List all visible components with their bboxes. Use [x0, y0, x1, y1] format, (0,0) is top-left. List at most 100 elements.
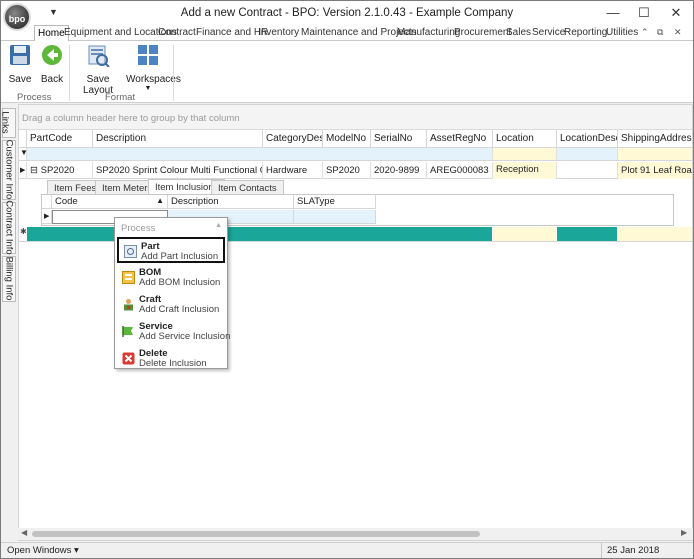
title-bar: bpo ▼ Add a new Contract - BPO: Version … — [1, 1, 693, 31]
tab-contract[interactable]: Contract — [158, 27, 196, 38]
cell-description[interactable]: SP2020 Sprint Colour Multi Functional Co… — [93, 162, 263, 179]
cell-serial[interactable]: 2020-9899 — [371, 162, 427, 179]
tab-procurement[interactable]: Procurement — [454, 27, 511, 38]
cell-model[interactable]: SP2020 — [323, 162, 371, 179]
workspaces-label: Workspaces — [126, 74, 181, 85]
grid-header-row: PartCode Description CategoryDesc ModelN… — [19, 130, 692, 148]
maximize-button[interactable]: ☐ — [629, 3, 659, 23]
side-tab-strip: Links Customer Info Contract Info Billin… — [1, 104, 17, 544]
save-layout-button[interactable]: Save Layout — [74, 43, 122, 96]
column-header-description[interactable]: Description — [168, 195, 294, 209]
menu-item-craft[interactable]: Craft Add Craft Inclusion — [117, 292, 225, 318]
side-tab-links-label: Links — [0, 111, 11, 134]
open-windows-button[interactable]: Open Windows ▾ — [7, 545, 79, 556]
sub-row-indicator-header — [42, 195, 52, 209]
collapse-icon[interactable]: ▲ — [215, 222, 222, 229]
group-by-panel[interactable]: Drag a column header here to group by th… — [19, 105, 692, 130]
context-menu-header: Process — [121, 223, 156, 234]
side-tab-links[interactable]: Links — [0, 108, 16, 138]
horizontal-scrollbar[interactable]: ◀ ▶ — [18, 528, 693, 540]
cell-partcode[interactable]: ⊟ SP2020 — [27, 162, 93, 179]
column-header-modelno[interactable]: ModelNo — [323, 130, 371, 148]
cell-category[interactable]: Hardware — [263, 162, 323, 179]
cell-shipping[interactable]: Plot 91 Leaf Road, Fo — [618, 162, 692, 179]
menu-item-service[interactable]: Service Add Service Inclusion — [117, 319, 230, 345]
save-layout-icon — [88, 45, 110, 68]
workspaces-button[interactable]: Workspaces ▼ — [126, 43, 181, 92]
tab-sales[interactable]: Sales — [506, 27, 531, 38]
filter-cell[interactable] — [27, 148, 493, 160]
menu-item-part[interactable]: Part Add Part Inclusion — [117, 237, 225, 263]
cell-asset[interactable]: AREG000083 — [427, 162, 493, 179]
column-header-code[interactable]: Code ▲ — [52, 195, 168, 209]
menu-item-bom-subtitle: Add BOM Inclusion — [139, 277, 221, 288]
side-tab-billing-info[interactable]: Billing Info — [2, 256, 16, 302]
side-tab-contract-info-label: Contract Info — [3, 200, 15, 255]
row-indicator-icon: ▶ — [19, 162, 27, 179]
side-tab-billing-info-label: Billing Info — [3, 256, 15, 301]
close-button[interactable]: ✕ — [661, 3, 691, 23]
status-date: 25 Jan 2018 — [601, 543, 687, 558]
tab-utilities[interactable]: Utilities — [606, 27, 638, 38]
menu-item-delete-subtitle: Delete Inclusion — [139, 358, 207, 369]
menu-item-part-subtitle: Add Part Inclusion — [141, 251, 219, 262]
column-header-shippingaddress[interactable]: ShippingAddress — [618, 130, 692, 148]
app-logo[interactable]: bpo — [3, 3, 31, 31]
column-header-serialno[interactable]: SerialNo — [371, 130, 427, 148]
column-header-locationdesc[interactable]: LocationDesc — [557, 130, 618, 148]
window-title: Add a new Contract - BPO: Version 2.1.0.… — [180, 7, 514, 19]
column-header-location[interactable]: Location — [493, 130, 557, 148]
back-arrow-icon — [42, 45, 62, 65]
group-by-hint: Drag a column header here to group by th… — [22, 113, 240, 124]
new-row-cell-shipping[interactable] — [618, 227, 692, 241]
ribbon-collapse-icon[interactable]: ⌃ — [641, 27, 649, 38]
scroll-left-icon[interactable]: ◀ — [21, 528, 27, 537]
save-button[interactable]: Save — [7, 43, 33, 85]
menu-item-delete[interactable]: Delete Delete Inclusion — [117, 346, 225, 372]
tab-manufacturing[interactable]: Manufacturing — [397, 27, 460, 38]
column-header-description[interactable]: Description — [93, 130, 263, 148]
tab-reporting[interactable]: Reporting — [564, 27, 607, 38]
table-row[interactable]: ▶ ⊟ SP2020 SP2020 Sprint Colour Multi Fu… — [19, 162, 692, 179]
app-window: bpo ▼ Add a new Contract - BPO: Version … — [0, 0, 694, 559]
column-header-categorydesc[interactable]: CategoryDesc — [263, 130, 323, 148]
bom-icon — [122, 271, 135, 284]
save-label: Save — [8, 74, 32, 85]
delete-icon — [122, 352, 135, 365]
craft-icon — [124, 299, 133, 311]
filter-cell-location[interactable] — [493, 148, 557, 160]
cell-location-desc[interactable] — [557, 162, 618, 179]
menu-item-craft-subtitle: Add Craft Inclusion — [139, 304, 220, 315]
tab-service[interactable]: Service — [532, 27, 565, 38]
back-button[interactable]: Back — [39, 43, 65, 85]
workspaces-icon — [138, 45, 158, 65]
tab-inventory[interactable]: Inventory — [258, 27, 299, 38]
menu-item-bom[interactable]: BOM Add BOM Inclusion — [117, 265, 225, 291]
new-row-cell[interactable] — [27, 227, 493, 241]
scroll-right-icon[interactable]: ▶ — [681, 528, 687, 537]
side-tab-customer-info[interactable]: Customer Info — [2, 140, 16, 200]
ribbon-close-icon[interactable]: ✕ — [674, 27, 682, 38]
tab-item-contacts[interactable]: Item Contacts — [211, 180, 284, 194]
cell-partcode-value: SP2020 — [40, 165, 75, 176]
filter-cell-shipping[interactable] — [618, 148, 692, 160]
new-row-cell-location[interactable] — [493, 227, 557, 241]
new-row-cell-locationdesc[interactable] — [557, 227, 618, 241]
part-icon — [124, 245, 137, 258]
column-header-partcode[interactable]: PartCode — [27, 130, 93, 148]
new-row-icon: ✱ — [19, 227, 27, 241]
sub-row-indicator-icon: ▶ — [42, 210, 52, 224]
minimize-button[interactable]: — — [598, 3, 628, 23]
cell-location[interactable]: Reception — [493, 162, 557, 179]
column-header-assetregno[interactable]: AssetRegNo — [427, 130, 493, 148]
column-header-slatype[interactable]: SLAType — [294, 195, 376, 209]
group-divider — [69, 45, 70, 101]
side-tab-contract-info[interactable]: Contract Info — [2, 200, 16, 255]
filter-cell-locationdesc[interactable] — [557, 148, 618, 160]
ribbon-restore-icon[interactable]: ⧉ — [657, 27, 663, 38]
sort-asc-icon: ▲ — [156, 196, 164, 205]
scrollbar-thumb[interactable] — [32, 531, 480, 537]
filter-icon[interactable]: ▼ — [19, 148, 28, 160]
sub-cell-slatype[interactable] — [294, 210, 376, 224]
expand-collapse-icon[interactable]: ⊟ — [30, 165, 38, 176]
